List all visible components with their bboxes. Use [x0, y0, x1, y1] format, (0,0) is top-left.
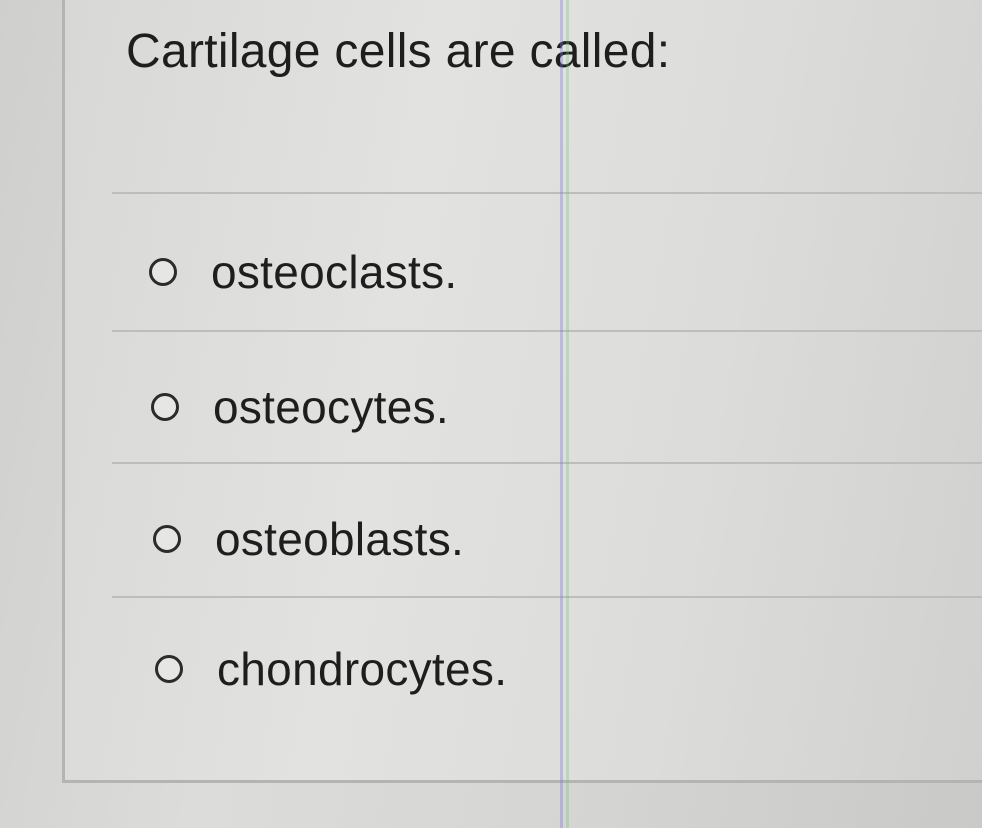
- quiz-screen: Cartilage cells are called: osteoclasts.…: [0, 0, 982, 828]
- answer-divider: [112, 330, 982, 332]
- screen-moire-line: [566, 0, 569, 828]
- answer-label: chondrocytes.: [217, 643, 508, 695]
- answer-divider: [112, 596, 982, 598]
- answer-label: osteoclasts.: [211, 246, 458, 298]
- answer-label: osteocytes.: [213, 381, 449, 433]
- radio-button-icon[interactable]: [153, 525, 181, 553]
- answer-option-osteocytes[interactable]: osteocytes.: [151, 380, 449, 434]
- answer-option-osteoclasts[interactable]: osteoclasts.: [149, 245, 458, 299]
- answer-list: osteoclasts. osteocytes. osteoblasts. ch…: [0, 0, 982, 828]
- answer-label: osteoblasts.: [215, 513, 465, 565]
- answer-option-osteoblasts[interactable]: osteoblasts.: [153, 512, 464, 566]
- answer-option-chondrocytes[interactable]: chondrocytes.: [155, 642, 507, 696]
- screen-moire-line: [560, 0, 563, 828]
- answer-divider: [112, 462, 982, 464]
- radio-button-icon[interactable]: [155, 655, 183, 683]
- radio-button-icon[interactable]: [149, 258, 177, 286]
- radio-button-icon[interactable]: [151, 393, 179, 421]
